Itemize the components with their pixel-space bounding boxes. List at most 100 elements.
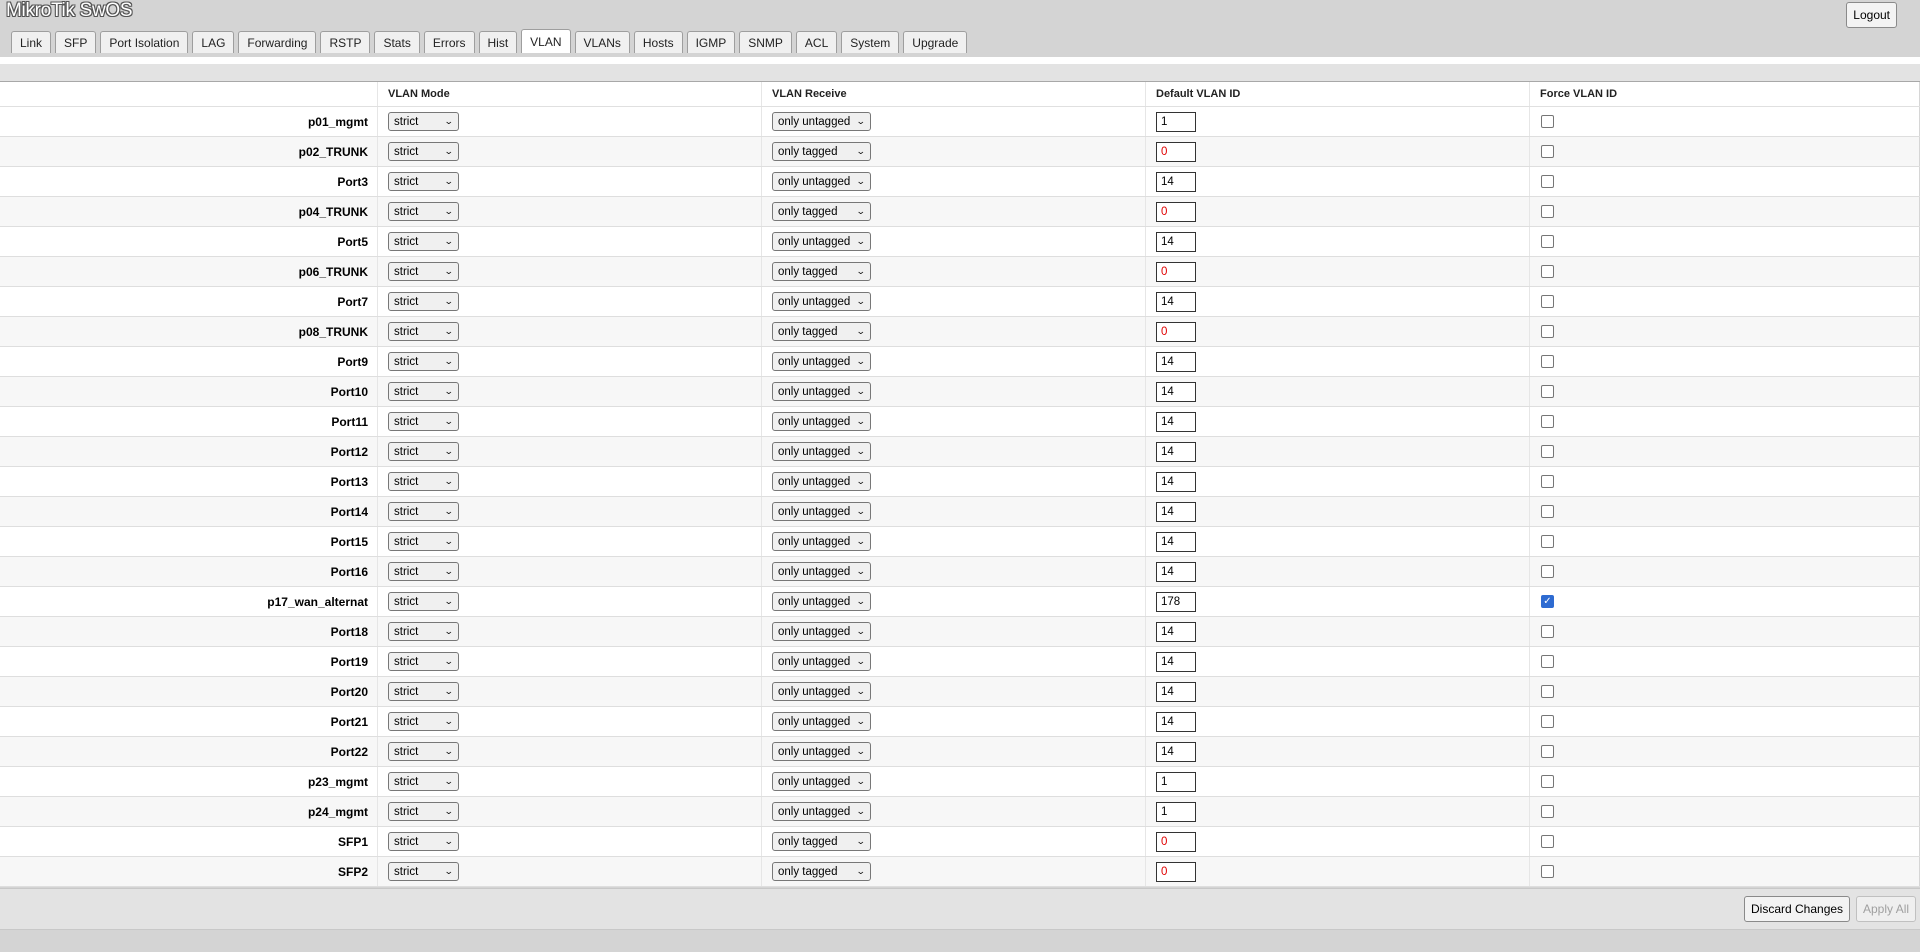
- force-vlan-id-checkbox[interactable]: [1541, 385, 1554, 398]
- vlan-mode-select[interactable]: strict ⌄: [388, 532, 459, 551]
- vlan-receive-select[interactable]: only tagged ⌄: [772, 142, 871, 161]
- vlan-receive-select[interactable]: only tagged ⌄: [772, 862, 871, 881]
- force-vlan-id-checkbox[interactable]: ✓: [1541, 595, 1554, 608]
- vlan-mode-select[interactable]: strict ⌄: [388, 682, 459, 701]
- tab-forwarding[interactable]: Forwarding: [238, 31, 317, 53]
- default-vlan-id-input[interactable]: [1156, 201, 1196, 222]
- vlan-mode-select[interactable]: strict ⌄: [388, 472, 459, 491]
- force-vlan-id-checkbox[interactable]: [1541, 205, 1554, 218]
- vlan-mode-select[interactable]: strict ⌄: [388, 562, 459, 581]
- tab-rstp[interactable]: RSTP: [320, 31, 371, 53]
- vlan-mode-select[interactable]: strict ⌄: [388, 262, 459, 281]
- tab-hist[interactable]: Hist: [478, 31, 518, 53]
- force-vlan-id-checkbox[interactable]: [1541, 625, 1554, 638]
- default-vlan-id-input[interactable]: [1156, 351, 1196, 372]
- vlan-mode-select[interactable]: strict ⌄: [388, 802, 459, 821]
- vlan-receive-select[interactable]: only tagged ⌄: [772, 832, 871, 851]
- vlan-mode-select[interactable]: strict ⌄: [388, 772, 459, 791]
- vlan-receive-select[interactable]: only untagged ⌄: [772, 442, 871, 461]
- tab-errors[interactable]: Errors: [423, 31, 475, 53]
- vlan-receive-select[interactable]: only untagged ⌄: [772, 532, 871, 551]
- vlan-mode-select[interactable]: strict ⌄: [388, 442, 459, 461]
- default-vlan-id-input[interactable]: [1156, 771, 1196, 792]
- force-vlan-id-checkbox[interactable]: [1541, 295, 1554, 308]
- vlan-mode-select[interactable]: strict ⌄: [388, 142, 459, 161]
- force-vlan-id-checkbox[interactable]: [1541, 265, 1554, 278]
- default-vlan-id-input[interactable]: [1156, 141, 1196, 162]
- force-vlan-id-checkbox[interactable]: [1541, 115, 1554, 128]
- default-vlan-id-input[interactable]: [1156, 381, 1196, 402]
- force-vlan-id-checkbox[interactable]: [1541, 475, 1554, 488]
- vlan-receive-select[interactable]: only tagged ⌄: [772, 262, 871, 281]
- default-vlan-id-input[interactable]: [1156, 681, 1196, 702]
- default-vlan-id-input[interactable]: [1156, 261, 1196, 282]
- vlan-mode-select[interactable]: strict ⌄: [388, 622, 459, 641]
- vlan-mode-select[interactable]: strict ⌄: [388, 832, 459, 851]
- vlan-receive-select[interactable]: only untagged ⌄: [772, 562, 871, 581]
- force-vlan-id-checkbox[interactable]: [1541, 325, 1554, 338]
- default-vlan-id-input[interactable]: [1156, 651, 1196, 672]
- force-vlan-id-checkbox[interactable]: [1541, 415, 1554, 428]
- tab-stats[interactable]: Stats: [374, 31, 420, 53]
- tab-port-isolation[interactable]: Port Isolation: [100, 31, 189, 53]
- tab-igmp[interactable]: IGMP: [686, 31, 736, 53]
- force-vlan-id-checkbox[interactable]: [1541, 565, 1554, 578]
- default-vlan-id-input[interactable]: [1156, 861, 1196, 882]
- logout-button[interactable]: Logout: [1846, 2, 1897, 28]
- default-vlan-id-input[interactable]: [1156, 591, 1196, 612]
- force-vlan-id-checkbox[interactable]: [1541, 175, 1554, 188]
- vlan-receive-select[interactable]: only untagged ⌄: [772, 592, 871, 611]
- tab-vlan[interactable]: VLAN: [521, 29, 571, 53]
- apply-all-button[interactable]: Apply All: [1856, 896, 1917, 922]
- default-vlan-id-input[interactable]: [1156, 801, 1196, 822]
- vlan-mode-select[interactable]: strict ⌄: [388, 502, 459, 521]
- vlan-mode-select[interactable]: strict ⌄: [388, 202, 459, 221]
- force-vlan-id-checkbox[interactable]: [1541, 685, 1554, 698]
- vlan-receive-select[interactable]: only untagged ⌄: [772, 472, 871, 491]
- tab-lag[interactable]: LAG: [192, 31, 235, 53]
- vlan-mode-select[interactable]: strict ⌄: [388, 112, 459, 131]
- default-vlan-id-input[interactable]: [1156, 531, 1196, 552]
- vlan-receive-select[interactable]: only untagged ⌄: [772, 502, 871, 521]
- tab-system[interactable]: System: [841, 31, 900, 53]
- default-vlan-id-input[interactable]: [1156, 561, 1196, 582]
- discard-changes-button[interactable]: Discard Changes: [1744, 896, 1851, 922]
- default-vlan-id-input[interactable]: [1156, 441, 1196, 462]
- vlan-receive-select[interactable]: only untagged ⌄: [772, 412, 871, 431]
- default-vlan-id-input[interactable]: [1156, 111, 1196, 132]
- vlan-mode-select[interactable]: strict ⌄: [388, 172, 459, 191]
- vlan-receive-select[interactable]: only untagged ⌄: [772, 382, 871, 401]
- vlan-mode-select[interactable]: strict ⌄: [388, 322, 459, 341]
- force-vlan-id-checkbox[interactable]: [1541, 235, 1554, 248]
- force-vlan-id-checkbox[interactable]: [1541, 775, 1554, 788]
- default-vlan-id-input[interactable]: [1156, 411, 1196, 432]
- default-vlan-id-input[interactable]: [1156, 231, 1196, 252]
- vlan-mode-select[interactable]: strict ⌄: [388, 292, 459, 311]
- force-vlan-id-checkbox[interactable]: [1541, 535, 1554, 548]
- default-vlan-id-input[interactable]: [1156, 741, 1196, 762]
- default-vlan-id-input[interactable]: [1156, 621, 1196, 642]
- vlan-mode-select[interactable]: strict ⌄: [388, 862, 459, 881]
- vlan-receive-select[interactable]: only tagged ⌄: [772, 202, 871, 221]
- vlan-receive-select[interactable]: only untagged ⌄: [772, 112, 871, 131]
- default-vlan-id-input[interactable]: [1156, 471, 1196, 492]
- force-vlan-id-checkbox[interactable]: [1541, 145, 1554, 158]
- tab-vlans[interactable]: VLANs: [574, 31, 630, 53]
- default-vlan-id-input[interactable]: [1156, 291, 1196, 312]
- force-vlan-id-checkbox[interactable]: [1541, 745, 1554, 758]
- tab-snmp[interactable]: SNMP: [739, 31, 792, 53]
- vlan-mode-select[interactable]: strict ⌄: [388, 382, 459, 401]
- vlan-mode-select[interactable]: strict ⌄: [388, 232, 459, 251]
- vlan-receive-select[interactable]: only untagged ⌄: [772, 172, 871, 191]
- tab-hosts[interactable]: Hosts: [633, 31, 683, 53]
- vlan-mode-select[interactable]: strict ⌄: [388, 652, 459, 671]
- vlan-receive-select[interactable]: only untagged ⌄: [772, 802, 871, 821]
- default-vlan-id-input[interactable]: [1156, 321, 1196, 342]
- vlan-receive-select[interactable]: only untagged ⌄: [772, 772, 871, 791]
- force-vlan-id-checkbox[interactable]: [1541, 805, 1554, 818]
- vlan-mode-select[interactable]: strict ⌄: [388, 712, 459, 731]
- tab-link[interactable]: Link: [11, 31, 52, 53]
- force-vlan-id-checkbox[interactable]: [1541, 835, 1554, 848]
- default-vlan-id-input[interactable]: [1156, 711, 1196, 732]
- tab-acl[interactable]: ACL: [795, 31, 838, 53]
